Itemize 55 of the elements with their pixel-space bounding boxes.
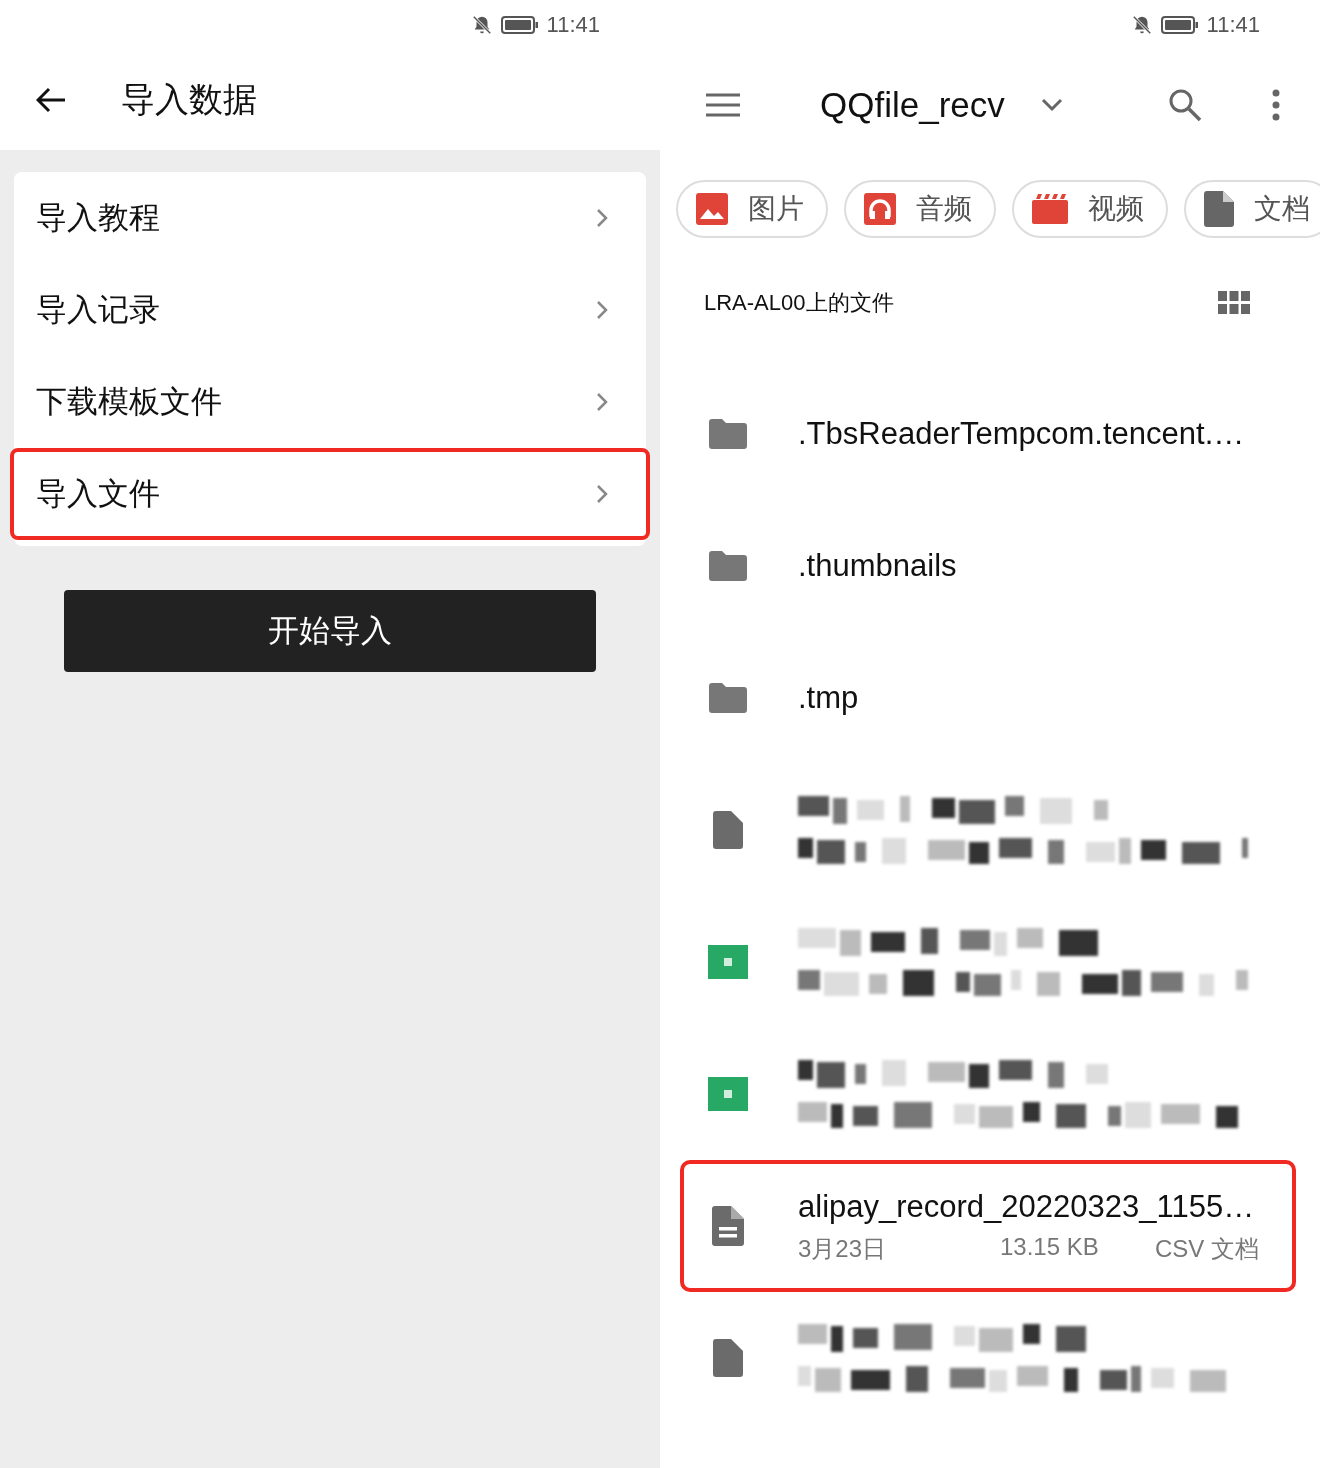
image-icon (696, 193, 728, 225)
menu-icon[interactable] (706, 93, 740, 117)
headphones-icon (864, 193, 896, 225)
file-icon (713, 811, 743, 849)
folder-icon (709, 683, 747, 713)
document-icon (1204, 191, 1234, 227)
folder-icon (709, 419, 747, 449)
menu-label: 导入记录 (36, 291, 160, 329)
status-time: 11:41 (546, 12, 600, 38)
spreadsheet-icon (708, 1077, 748, 1111)
clapperboard-icon (1032, 194, 1068, 224)
folder-icon (709, 551, 747, 581)
file-name: alipay_record_20220323_1155… (798, 1187, 1256, 1226)
folder-name: .thumbnails (798, 546, 957, 585)
folder-title[interactable]: QQfile_recv (820, 85, 1005, 125)
folder-name: .tmp (798, 678, 859, 717)
battery-icon (500, 15, 539, 35)
menu-item[interactable]: 导入教程 (10, 172, 650, 264)
category-chip[interactable]: 图片 (676, 180, 828, 238)
status-time: 11:41 (1206, 12, 1260, 38)
menu-label: 导入教程 (36, 199, 160, 237)
category-chip[interactable]: 音频 (844, 180, 996, 238)
page-title: 导入数据 (121, 79, 257, 120)
category-chip[interactable]: 视频 (1012, 180, 1168, 238)
menu-item[interactable]: 导入文件 (10, 448, 650, 540)
dropdown-chevron-icon[interactable] (1040, 98, 1063, 112)
spreadsheet-icon (708, 945, 748, 979)
menu-item[interactable]: 导入记录 (10, 264, 650, 356)
search-icon[interactable] (1168, 88, 1202, 122)
chevron-right-icon (596, 484, 608, 504)
file-size: 13.15 KB (1000, 1233, 1100, 1263)
folder-row[interactable]: .TbsReaderTempcom.tencent.… (680, 368, 1296, 500)
chevron-right-icon (596, 300, 608, 320)
folder-row[interactable]: .tmp (680, 632, 1296, 764)
menu-item[interactable]: 下载模板文件 (10, 356, 650, 448)
file-type: CSV 文档 (1155, 1234, 1259, 1265)
grid-view-icon[interactable] (1218, 291, 1250, 315)
folder-row[interactable]: .thumbnails (680, 500, 1296, 632)
file-row[interactable]: alipay_record_20220323_1155… 3月23日 13.15 KB CSV 文档 (680, 1160, 1296, 1292)
menu-label: 导入文件 (36, 475, 160, 513)
chevron-right-icon (596, 392, 608, 412)
chevron-right-icon (596, 208, 608, 228)
text-file-icon (712, 1206, 744, 1246)
battery-icon (1160, 15, 1199, 35)
start-import-button[interactable]: 开始导入 (64, 590, 596, 672)
category-chip[interactable]: 文档 (1184, 180, 1320, 238)
file-date: 3月23日 (798, 1234, 888, 1265)
location-label: LRA-AL00上的文件 (704, 289, 894, 317)
muted-bell-icon (1130, 14, 1153, 36)
more-options-icon[interactable] (1272, 89, 1280, 121)
menu-label: 下载模板文件 (36, 383, 222, 421)
muted-bell-icon (470, 14, 493, 36)
back-arrow-icon[interactable] (36, 87, 66, 113)
folder-name: .TbsReaderTempcom.tencent.… (798, 414, 1245, 453)
file-icon (713, 1339, 743, 1377)
